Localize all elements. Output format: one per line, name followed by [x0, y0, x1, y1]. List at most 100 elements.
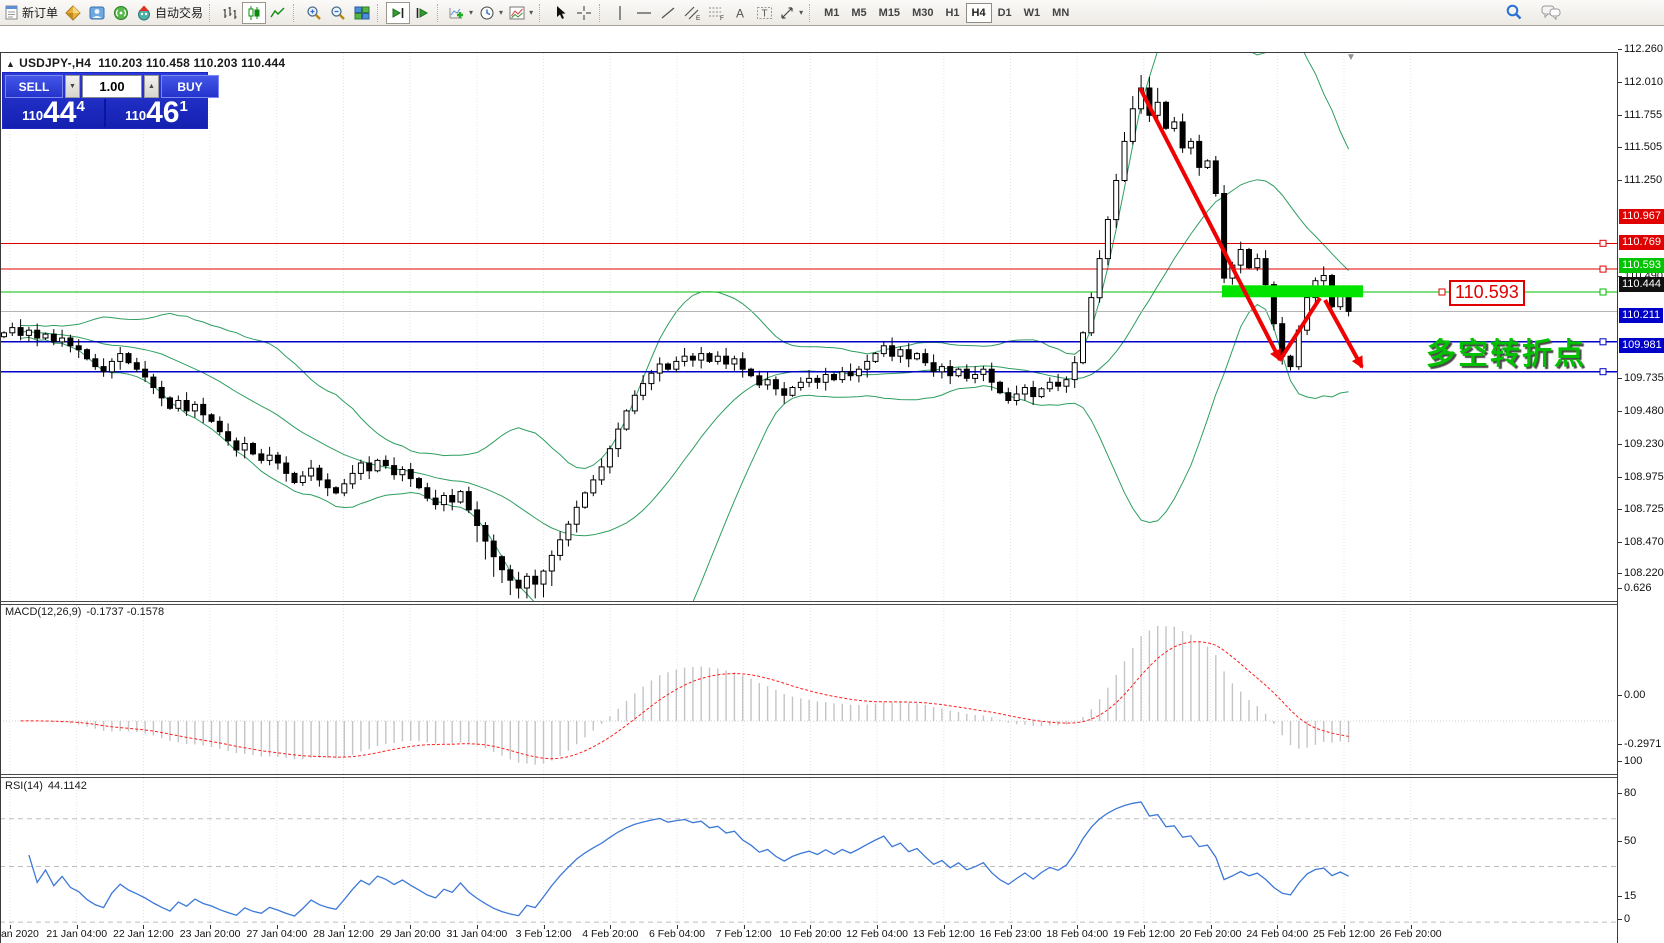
line-chart-icon — [270, 5, 286, 21]
macd-values: -0.1737 -0.1578 — [86, 606, 164, 618]
templates-button[interactable]: ▾ — [506, 2, 536, 24]
symbol-period-label: USDJPY-,H4 — [19, 56, 91, 70]
chart-candles-button[interactable] — [242, 2, 266, 24]
volume-down-button[interactable]: ▼ — [65, 75, 80, 98]
horizontal-line-button[interactable] — [632, 2, 656, 24]
autotrading-button[interactable]: 自动交易 — [133, 2, 206, 24]
tile-windows-button[interactable] — [350, 2, 374, 24]
toolbar: 新订单 — [0, 0, 1664, 26]
toolbar-grip — [377, 4, 382, 22]
toolbar-grip — [599, 4, 604, 22]
macd-label: MACD(12,26,9)-0.1737 -0.1578 — [5, 606, 169, 618]
buy-price-pips: 46 — [146, 100, 179, 126]
auto-scroll-button[interactable] — [386, 2, 410, 24]
price-axis-tick — [1618, 180, 1622, 181]
zoom-in-icon — [306, 5, 322, 21]
candlestick-chart-icon — [246, 5, 262, 21]
search-button[interactable] — [1502, 1, 1526, 23]
fibonacci-button[interactable]: F — [704, 2, 728, 24]
timeframe-button-M5[interactable]: M5 — [845, 3, 872, 23]
buy-price-figure: 110 — [125, 108, 146, 123]
sell-price-pips: 44 — [43, 100, 76, 126]
chart-line-button[interactable] — [266, 2, 290, 24]
macd-pane[interactable] — [0, 605, 1618, 774]
price-axis-label: 111.250 — [1624, 174, 1662, 186]
zoom-out-button[interactable] — [326, 2, 350, 24]
tile-windows-icon — [354, 5, 370, 21]
periods-button[interactable]: ▾ — [476, 2, 506, 24]
new-order-label: 新订单 — [22, 4, 58, 21]
new-order-button[interactable]: 新订单 — [1, 2, 61, 24]
annotation-text[interactable]: 多空转折点 — [1426, 329, 1586, 373]
timeframe-button-M30[interactable]: M30 — [906, 3, 939, 23]
indicators-button[interactable]: ▾ — [446, 2, 476, 24]
chat-button[interactable] — [1538, 1, 1564, 23]
timeframe-group: M1M5M15M30H1H4D1W1MN — [818, 3, 1075, 23]
chart-bars-button[interactable] — [218, 2, 242, 24]
price-axis-marker: 109.981 — [1619, 338, 1664, 353]
label-tool-button[interactable]: T — [752, 2, 776, 24]
price-axis-marker: 110.211 — [1619, 308, 1663, 323]
price-axis-label: 111.505 — [1624, 141, 1662, 153]
chevron-down-icon: ▾ — [469, 8, 473, 17]
vertical-line-button[interactable] — [608, 2, 632, 24]
price-axis-label: 108.725 — [1624, 503, 1664, 515]
profile-icon — [89, 5, 105, 21]
rsi-axis-label: 80 — [1624, 787, 1636, 799]
macd-axis-tick — [1618, 695, 1622, 696]
price-axis-marker: 110.593 — [1619, 258, 1664, 273]
chart-shift-marker-icon[interactable]: ▼ — [1346, 52, 1356, 63]
sell-button[interactable]: SELL — [5, 75, 63, 98]
price-axis-label: 112.010 — [1624, 76, 1663, 88]
zoom-in-button[interactable] — [302, 2, 326, 24]
new-order-icon — [4, 5, 19, 20]
buy-price[interactable]: 110 46 1 — [106, 99, 207, 127]
toolbar-grip — [209, 4, 214, 22]
price-axis-tick — [1618, 573, 1622, 574]
timeframe-button-D1[interactable]: D1 — [992, 3, 1018, 23]
timeframe-button-M1[interactable]: M1 — [818, 3, 845, 23]
toolbar-grip — [437, 4, 442, 22]
ohlc-values: 110.203 110.458 110.203 110.444 — [98, 56, 285, 70]
cursor-icon — [553, 5, 568, 20]
volume-up-button[interactable]: ▲ — [144, 75, 159, 98]
timeframe-button-W1[interactable]: W1 — [1018, 3, 1047, 23]
sell-price[interactable]: 110 44 4 — [3, 99, 104, 127]
search-icon — [1505, 3, 1523, 21]
cursor-button[interactable] — [548, 2, 572, 24]
main-price-pane[interactable] — [0, 53, 1618, 601]
label-tool-label: T — [761, 8, 767, 19]
sell-price-figure: 110 — [22, 108, 43, 123]
rsi-axis-tick — [1618, 896, 1622, 897]
price-axis-label: 109.230 — [1624, 438, 1664, 450]
buy-button[interactable]: BUY — [161, 75, 219, 98]
trendline-button[interactable] — [656, 2, 680, 24]
autotrading-label: 自动交易 — [155, 4, 203, 21]
toolbar-grip — [539, 4, 544, 22]
rsi-pane[interactable] — [0, 778, 1618, 943]
rsi-label: RSI(14)44.1142 — [5, 780, 92, 792]
chat-bubble-icon — [1541, 4, 1561, 21]
arrows-tool-button[interactable]: ▾ — [776, 2, 806, 24]
zoom-out-icon — [330, 5, 346, 21]
rsi-name: RSI(14) — [5, 780, 43, 792]
text-tool-button[interactable]: A — [728, 2, 752, 24]
chart-shift-icon — [414, 5, 430, 21]
metaquotes-button[interactable] — [61, 2, 85, 24]
community-button[interactable] — [85, 2, 109, 24]
volume-input[interactable] — [82, 75, 142, 98]
collapse-panel-icon[interactable]: ▲ — [6, 59, 15, 69]
timeframe-button-H1[interactable]: H1 — [939, 3, 965, 23]
price-axis-marker: 110.444 — [1619, 277, 1664, 292]
indicators-icon — [449, 5, 465, 21]
timeframe-button-MN[interactable]: MN — [1046, 3, 1075, 23]
crosshair-button[interactable] — [572, 2, 596, 24]
news-button[interactable] — [109, 2, 133, 24]
bar-chart-icon — [222, 5, 238, 21]
timeframe-button-M15[interactable]: M15 — [873, 3, 906, 23]
gold-diamond-icon — [65, 5, 81, 21]
price-callout-label[interactable]: 110.593 — [1449, 280, 1525, 306]
chart-shift-button[interactable] — [410, 2, 434, 24]
timeframe-button-H4[interactable]: H4 — [966, 3, 992, 23]
channel-button[interactable]: E — [680, 2, 704, 24]
